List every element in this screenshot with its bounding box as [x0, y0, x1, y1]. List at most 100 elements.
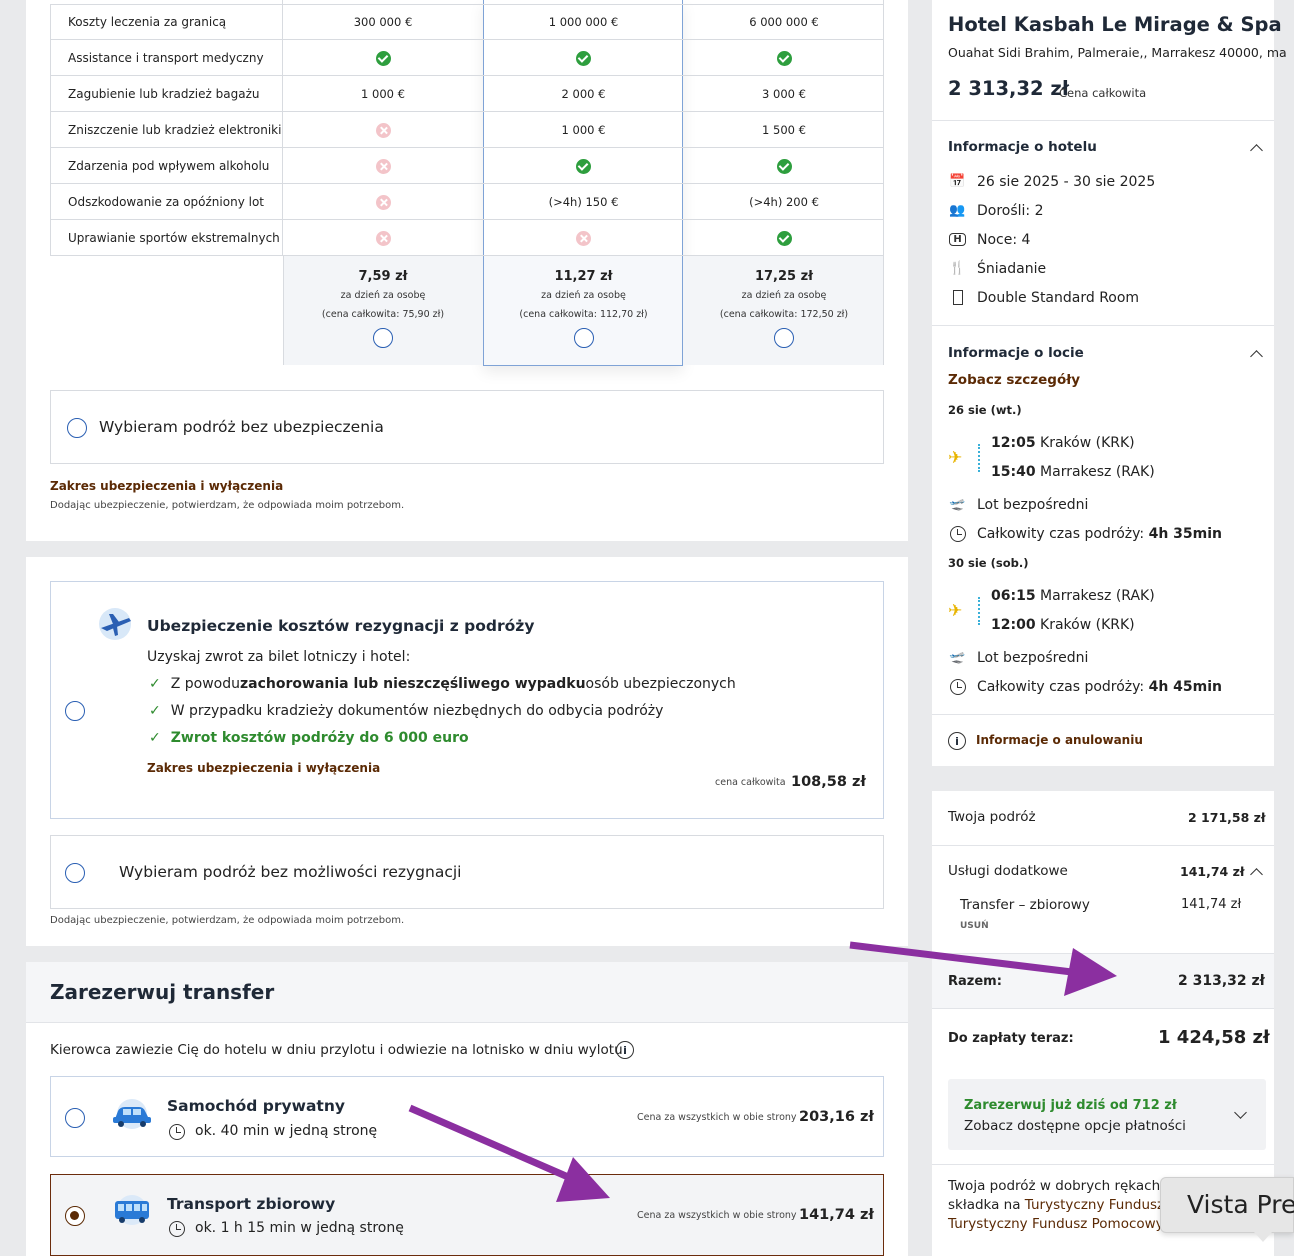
no-cancellation-option[interactable]: Wybieram podróż bez możliwości rezygnacj…: [50, 835, 884, 909]
transfer-title: Zarezerwuj transfer: [50, 980, 275, 1004]
check-icon: [776, 158, 792, 174]
hotel-room: Double Standard Room: [948, 289, 1139, 306]
coverage-row-label: Zniszczenie lub kradzież elektroniki: [50, 112, 283, 148]
plan-price-value: 7,59 zł: [358, 269, 408, 284]
coverage-cell: [684, 220, 884, 256]
coverage-row-label: Odszkodowanie za opóźniony lot: [50, 184, 283, 220]
check-icon: [776, 230, 792, 246]
calendar-icon: 📅: [949, 174, 966, 189]
cancellation-title: Ubezpieczenie kosztów rezygnacji z podró…: [147, 617, 535, 635]
airline-icon: ✈: [948, 601, 963, 621]
transfer-option-private[interactable]: Samochód prywatny ok. 40 min w jedną str…: [50, 1076, 884, 1157]
hotel-name: Hotel Kasbah Le Mirage & Spa: [948, 13, 1282, 36]
extras-label[interactable]: Usługi dodatkowe: [948, 863, 1068, 879]
check-icon: [375, 50, 391, 66]
cancellation-option[interactable]: Ubezpieczenie kosztów rezygnacji z podró…: [50, 581, 884, 819]
coverage-cell: [283, 112, 483, 148]
airplane-icon: [99, 608, 131, 640]
coverage-cell: [484, 220, 683, 256]
flight-info-title[interactable]: Informacje o locie: [948, 345, 1084, 361]
payment-options-box[interactable]: Zarezerwuj już dziś od 712 zł Zobacz dos…: [948, 1079, 1266, 1150]
pay-now-price: 1 424,58 zł: [1158, 1027, 1270, 1048]
no-insurance-radio[interactable]: [67, 418, 87, 438]
check-icon: ✓: [149, 730, 161, 746]
payment-options-text: Zobacz dostępne opcje płatności: [964, 1118, 1186, 1134]
clock-icon: [169, 1124, 185, 1140]
coverage-cell: [484, 148, 683, 184]
plan-radio[interactable]: [774, 328, 794, 348]
clock-icon: [169, 1221, 185, 1237]
cross-icon: [375, 158, 391, 174]
hotel-dates: 📅 26 sie 2025 - 30 sie 2025: [949, 173, 1156, 190]
no-cancellation-radio[interactable]: [65, 863, 85, 883]
check-icon: [576, 50, 591, 66]
cancel-info-link[interactable]: Informacje o anulowaniu: [976, 733, 1143, 747]
trip-label: Twoja podróż: [948, 809, 1036, 825]
coverage-cell: 3 000 €: [762, 87, 806, 101]
clock-icon: [949, 525, 966, 542]
insurance-scope-link[interactable]: Zakres ubezpieczenia i wyłączenia: [50, 479, 283, 493]
transfer-summary-price: 141,74 zł: [1181, 897, 1242, 912]
trust-fund-link[interactable]: Turystyczny Fundusz Pomocowy: [948, 1216, 1164, 1232]
coverage-cell: (>4h) 200 €: [749, 195, 819, 209]
plan-price[interactable]: 11,27 zł za dzień za osobę (cena całkowita…: [484, 256, 683, 365]
out-duration: Całkowity czas podróży: 4h 35min: [948, 525, 1222, 542]
check-icon: ✓: [149, 703, 161, 719]
clock-icon: [949, 678, 966, 695]
coverage-cell: [684, 40, 884, 76]
trip-price: 2 171,58 zł: [1188, 810, 1266, 825]
private-name: Samochód prywatny: [167, 1097, 345, 1115]
cross-icon: [576, 230, 591, 246]
bus-icon: [115, 1195, 149, 1225]
cancellation-scope-link[interactable]: Zakres ubezpieczenia i wyłączenia: [147, 761, 380, 775]
hotel-info-title[interactable]: Informacje o hotelu: [948, 139, 1097, 155]
plan-price[interactable]: 7,59 zł za dzień za osobę (cena całkowita:…: [283, 256, 483, 365]
chevron-down-icon[interactable]: [1234, 1106, 1247, 1119]
coverage-cell: [283, 40, 483, 76]
transfer-option-shared[interactable]: Transport zbiorowy ok. 1 h 15 min w jedn…: [50, 1174, 884, 1256]
total-price: 2 313,32 zł: [1178, 973, 1265, 989]
coverage-cell: 1 000 €: [361, 87, 405, 101]
no-insurance-option[interactable]: Wybieram podróż bez ubezpieczenia: [50, 390, 884, 464]
coverage-cell: 300 000 €: [353, 15, 413, 29]
plan-price-value: 11,27 zł: [554, 269, 613, 284]
plan-radio[interactable]: [373, 328, 393, 348]
private-radio[interactable]: [65, 1108, 85, 1128]
no-insurance-label: Wybieram podróż bez ubezpieczenia: [99, 418, 384, 436]
plan-price[interactable]: 17,25 zł za dzień za osobę (cena całkowita…: [684, 256, 884, 365]
private-price-label: Cena za wszystkich w obie strony: [637, 1112, 797, 1123]
ret-flight-type: 🛫 Lot bezpośredni: [949, 649, 1089, 666]
coverage-cell: 1 000 €: [561, 123, 606, 137]
coverage-row-label: Assistance i transport medyczny: [50, 40, 283, 76]
plan-radio[interactable]: [573, 328, 594, 348]
cancellation-intro: Uzyskaj zwrot za bilet lotniczy i hotel:: [147, 649, 411, 665]
airline-icon: ✈: [948, 448, 963, 468]
coverage-cell: [484, 40, 683, 76]
ret-arrival: 12:00 Kraków (KRK): [991, 617, 1135, 633]
no-cancellation-label: Wybieram podróż bez możliwości rezygnacj…: [119, 863, 462, 881]
plane-takeoff-icon: 🛫: [949, 650, 966, 665]
coverage-row-label: Zdarzenia pod wpływem alkoholu: [50, 148, 283, 184]
flight-details-link[interactable]: Zobacz szczegóły: [948, 372, 1080, 388]
ret-date: 30 sie (sob.): [948, 556, 1029, 570]
shared-price-label: Cena za wszystkich w obie strony: [637, 1210, 797, 1221]
car-icon: [113, 1099, 151, 1129]
total-label: Razem:: [948, 974, 1002, 989]
plane-takeoff-icon: 🛫: [949, 497, 966, 512]
hotel-adults: 👥 Dorośli: 2: [949, 202, 1044, 219]
plan-price-total: (cena całkowita: 112,70 zł): [519, 309, 648, 320]
shared-price: 141,74 zł: [799, 1207, 874, 1223]
hotel-price-label: Cena całkowita: [1059, 86, 1147, 100]
check-icon: [576, 158, 591, 174]
private-price: 203,16 zł: [799, 1109, 874, 1125]
coverage-cell: 1 500 €: [762, 123, 806, 137]
transfer-summary-label: Transfer – zbiorowy: [960, 897, 1090, 913]
cancellation-radio[interactable]: [65, 701, 85, 721]
cancellation-bullet: ✓ Z powodu zachorowania lub nieszczęśliw…: [149, 676, 736, 692]
info-icon[interactable]: i: [616, 1041, 634, 1059]
cancellation-bullet: ✓ Zwrot kosztów podróży do 6 000 euro: [149, 730, 469, 746]
remove-link[interactable]: USUŃ: [960, 921, 989, 931]
shared-radio[interactable]: [65, 1206, 85, 1226]
coverage-cell: [283, 220, 483, 256]
transfer-intro: Kierowca zawiezie Cię do hotelu w dniu p…: [50, 1042, 627, 1058]
